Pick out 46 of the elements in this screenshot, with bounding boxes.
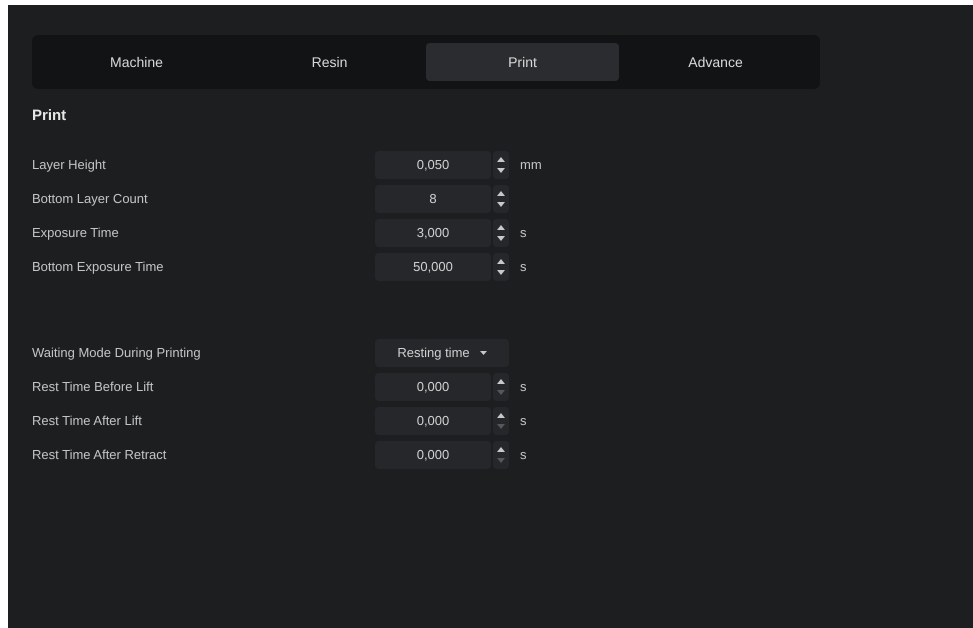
down-arrow-icon[interactable] bbox=[497, 270, 505, 275]
setting-label: Exposure Time bbox=[32, 224, 120, 242]
up-arrow-icon[interactable] bbox=[497, 259, 505, 264]
spin-buttons[interactable] bbox=[493, 407, 509, 435]
spin-buttons[interactable] bbox=[493, 219, 509, 247]
unit-label: s bbox=[520, 378, 526, 396]
setting-label: Layer Height bbox=[32, 156, 107, 174]
number-field[interactable]: 8 bbox=[375, 185, 491, 213]
spin-buttons[interactable] bbox=[493, 373, 509, 401]
number-field[interactable]: 0,050 bbox=[375, 151, 491, 179]
unit-label: s bbox=[520, 224, 526, 242]
tab[interactable]: Advance bbox=[619, 43, 812, 81]
up-arrow-icon[interactable] bbox=[497, 225, 505, 230]
up-arrow-icon[interactable] bbox=[497, 413, 505, 418]
tab[interactable]: Machine bbox=[40, 43, 233, 81]
number-field[interactable]: 0,000 bbox=[375, 407, 491, 435]
up-arrow-icon[interactable] bbox=[497, 157, 505, 162]
section-title: Print bbox=[32, 106, 66, 126]
number-field[interactable]: 50,000 bbox=[375, 253, 491, 281]
number-field[interactable]: 0,000 bbox=[375, 441, 491, 469]
spin-buttons[interactable] bbox=[493, 441, 509, 469]
setting-label: Rest Time Before Lift bbox=[32, 378, 154, 396]
up-arrow-icon[interactable] bbox=[497, 191, 505, 196]
up-arrow-icon[interactable] bbox=[497, 447, 505, 452]
unit-label: s bbox=[520, 258, 526, 276]
spin-buttons[interactable] bbox=[493, 185, 509, 213]
tab[interactable]: Print bbox=[426, 43, 619, 81]
spin-buttons[interactable] bbox=[493, 253, 509, 281]
setting-label: Waiting Mode During Printing bbox=[32, 344, 202, 362]
dropdown[interactable]: Resting time bbox=[375, 339, 509, 367]
setting-label: Rest Time After Retract bbox=[32, 446, 168, 464]
tab[interactable]: Resin bbox=[233, 43, 426, 81]
down-arrow-icon[interactable] bbox=[497, 168, 505, 173]
number-field[interactable]: 0,000 bbox=[375, 373, 491, 401]
up-arrow-icon[interactable] bbox=[497, 379, 505, 384]
setting-label: Bottom Layer Count bbox=[32, 190, 149, 208]
spin-buttons[interactable] bbox=[493, 151, 509, 179]
setting-label: Rest Time After Lift bbox=[32, 412, 143, 430]
unit-label: mm bbox=[520, 156, 542, 174]
caret-icon bbox=[480, 351, 487, 355]
unit-label: s bbox=[520, 446, 526, 464]
number-field[interactable]: 3,000 bbox=[375, 219, 491, 247]
unit-label: s bbox=[520, 412, 526, 430]
down-arrow-icon[interactable] bbox=[497, 236, 505, 241]
setting-label: Bottom Exposure Time bbox=[32, 258, 164, 276]
down-arrow-icon[interactable] bbox=[497, 202, 505, 207]
